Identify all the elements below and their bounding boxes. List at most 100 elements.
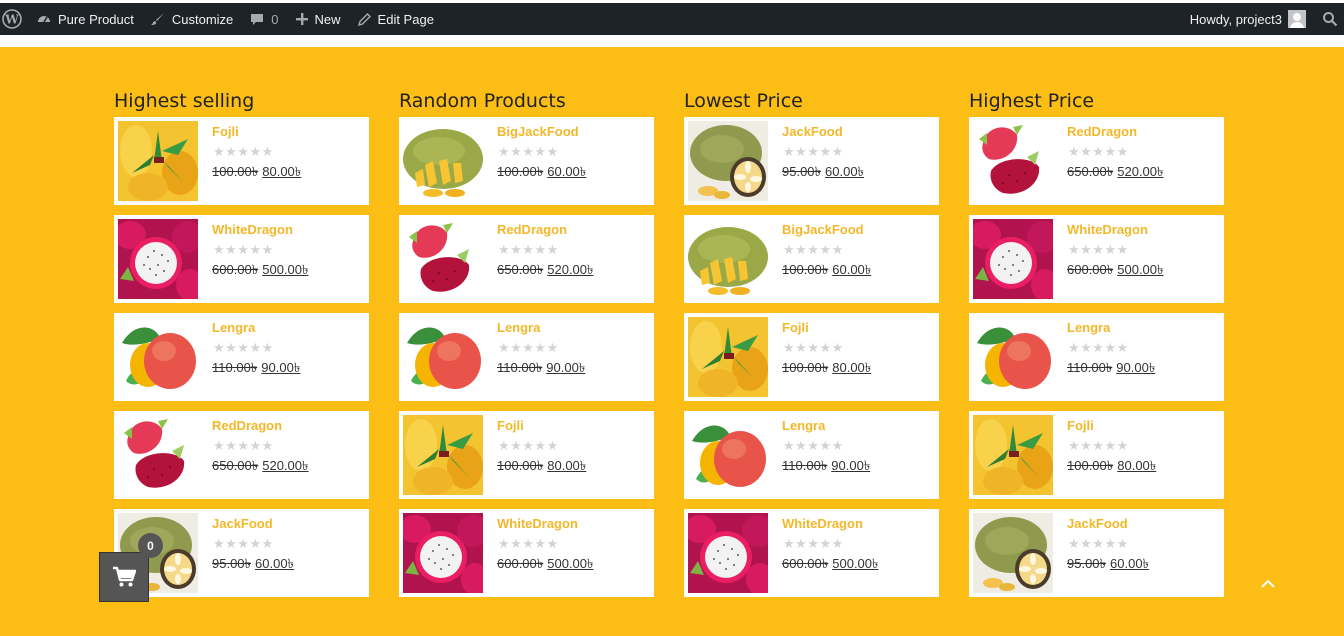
- product-price: 650.00৳ 520.00৳: [212, 457, 309, 478]
- star-rating: ★★★★★: [213, 536, 274, 551]
- regular-price: 110.00৳: [212, 360, 258, 375]
- product-card: Fojli ★★★★★ 100.00৳ 80.00৳: [969, 411, 1224, 499]
- product-name-link[interactable]: RedDragon: [212, 418, 282, 433]
- account-menu[interactable]: Howdy, project3: [1182, 3, 1314, 35]
- comments-link[interactable]: 0: [241, 3, 286, 35]
- product-name-link[interactable]: Fojli: [1067, 418, 1094, 433]
- product-name-link[interactable]: Fojli: [212, 124, 239, 139]
- product-thumbnail[interactable]: [118, 219, 198, 299]
- star-rating: ★★★★★: [213, 438, 274, 453]
- product-price: 600.00৳ 500.00৳: [212, 261, 309, 282]
- star-rating: ★★★★★: [783, 536, 844, 551]
- customize-link[interactable]: Customize: [142, 3, 241, 35]
- product-price: 100.00৳ 80.00৳: [497, 457, 586, 478]
- product-thumbnail[interactable]: [688, 415, 768, 495]
- sale-price: 80.00৳: [547, 458, 587, 473]
- regular-price: 100.00৳: [1067, 458, 1114, 473]
- product-card: Fojli ★★★★★ 100.00৳ 80.00৳: [114, 117, 369, 205]
- product-name-link[interactable]: Lengra: [212, 320, 255, 335]
- site-name-link[interactable]: Pure Product: [28, 3, 142, 35]
- product-thumbnail[interactable]: [973, 219, 1053, 299]
- product-thumbnail[interactable]: [403, 317, 483, 397]
- floating-cart-button[interactable]: [99, 552, 149, 602]
- product-name-link[interactable]: JackFood: [782, 124, 843, 139]
- product-price: 600.00৳ 500.00৳: [782, 555, 879, 576]
- new-content-link[interactable]: New: [287, 3, 349, 35]
- star-rating: ★★★★★: [1068, 438, 1129, 453]
- product-price: 100.00৳ 60.00৳: [497, 163, 586, 184]
- product-card: Fojli ★★★★★ 100.00৳ 80.00৳: [684, 313, 939, 401]
- product-thumbnail[interactable]: [403, 121, 483, 201]
- product-thumbnail[interactable]: [403, 415, 483, 495]
- regular-price: 110.00৳: [497, 360, 543, 375]
- product-name-link[interactable]: WhiteDragon: [1067, 222, 1148, 237]
- product-thumbnail[interactable]: [688, 219, 768, 299]
- product-name-link[interactable]: Lengra: [1067, 320, 1110, 335]
- product-thumbnail[interactable]: [688, 317, 768, 397]
- sale-price: 500.00৳: [1117, 262, 1164, 277]
- product-name-link[interactable]: JackFood: [1067, 516, 1128, 531]
- star-rating: ★★★★★: [498, 536, 559, 551]
- star-rating: ★★★★★: [498, 242, 559, 257]
- product-name-link[interactable]: RedDragon: [1067, 124, 1137, 139]
- product-price: 100.00৳ 80.00৳: [212, 163, 301, 184]
- product-thumbnail[interactable]: [973, 317, 1053, 397]
- sale-price: 60.00৳: [825, 164, 865, 179]
- product-name-link[interactable]: JackFood: [212, 516, 273, 531]
- wordpress-menu[interactable]: W: [0, 3, 28, 35]
- product-thumbnail[interactable]: [688, 513, 768, 593]
- product-thumbnail[interactable]: [118, 415, 198, 495]
- brush-icon: [150, 13, 164, 25]
- product-card: Lengra ★★★★★ 110.00৳ 90.00৳: [114, 313, 369, 401]
- sale-price: 500.00৳: [547, 556, 594, 571]
- back-to-top-button[interactable]: [1254, 570, 1282, 598]
- pencil-icon: [357, 12, 371, 26]
- sale-price: 520.00৳: [262, 458, 309, 473]
- product-name-link[interactable]: Fojli: [782, 320, 809, 335]
- product-thumbnail[interactable]: [688, 121, 768, 201]
- product-card: WhiteDragon ★★★★★ 600.00৳ 500.00৳: [969, 215, 1224, 303]
- product-name-link[interactable]: BigJackFood: [782, 222, 864, 237]
- product-thumbnail[interactable]: [118, 121, 198, 201]
- product-thumbnail[interactable]: [973, 513, 1053, 593]
- admin-search[interactable]: [1314, 3, 1344, 35]
- product-thumbnail[interactable]: [973, 415, 1053, 495]
- sale-price: 520.00৳: [1117, 164, 1164, 179]
- product-thumbnail[interactable]: [118, 317, 198, 397]
- star-rating: ★★★★★: [213, 242, 274, 257]
- product-thumbnail[interactable]: [403, 219, 483, 299]
- product-card: RedDragon ★★★★★ 650.00৳ 520.00৳: [399, 215, 654, 303]
- product-thumbnail[interactable]: [403, 513, 483, 593]
- product-name-link[interactable]: RedDragon: [497, 222, 567, 237]
- regular-price: 95.00৳: [1067, 556, 1107, 571]
- product-card: BigJackFood ★★★★★ 100.00৳ 60.00৳: [399, 117, 654, 205]
- product-card: Lengra ★★★★★ 110.00৳ 90.00৳: [969, 313, 1224, 401]
- product-name-link[interactable]: WhiteDragon: [782, 516, 863, 531]
- star-rating: ★★★★★: [1068, 340, 1129, 355]
- star-rating: ★★★★★: [498, 144, 559, 159]
- product-price: 95.00৳ 60.00৳: [782, 163, 864, 184]
- widget-title: Highest Price: [969, 90, 1095, 112]
- edit-page-label: Edit Page: [377, 11, 434, 27]
- product-name-link[interactable]: Lengra: [497, 320, 540, 335]
- regular-price: 650.00৳: [1067, 164, 1114, 179]
- comment-icon: [251, 14, 264, 25]
- regular-price: 600.00৳: [782, 556, 829, 571]
- sale-price: 90.00৳: [546, 360, 586, 375]
- star-rating: ★★★★★: [783, 340, 844, 355]
- product-thumbnail[interactable]: [973, 121, 1053, 201]
- product-price: 100.00৳ 80.00৳: [782, 359, 871, 380]
- regular-price: 95.00৳: [782, 164, 822, 179]
- product-name-link[interactable]: WhiteDragon: [497, 516, 578, 531]
- product-name-link[interactable]: Fojli: [497, 418, 524, 433]
- product-widget-column: Lowest Price JackFood ★★★★★ 95.00৳ 60.00৳ Big…: [684, 90, 939, 607]
- regular-price: 100.00৳: [782, 360, 829, 375]
- edit-page-link[interactable]: Edit Page: [349, 3, 442, 35]
- sale-price: 90.00৳: [831, 458, 871, 473]
- product-name-link[interactable]: Lengra: [782, 418, 825, 433]
- product-name-link[interactable]: BigJackFood: [497, 124, 579, 139]
- product-name-link[interactable]: WhiteDragon: [212, 222, 293, 237]
- regular-price: 650.00৳: [212, 458, 259, 473]
- product-card: JackFood ★★★★★ 95.00৳ 60.00৳: [684, 117, 939, 205]
- cart-icon: [113, 566, 136, 587]
